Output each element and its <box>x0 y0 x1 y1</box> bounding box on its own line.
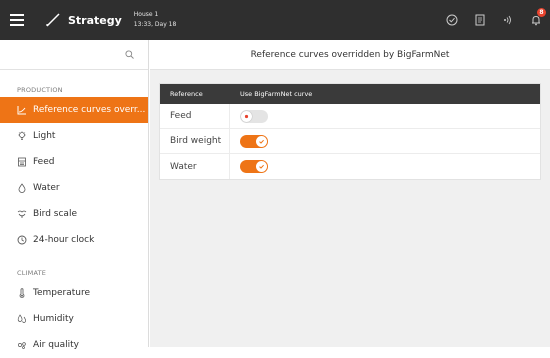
hamburger-icon <box>10 14 24 26</box>
sidebar-item-label: Reference curves overr... <box>33 105 146 115</box>
feed-icon <box>17 157 27 167</box>
toggle-knob <box>256 135 267 147</box>
section-title-production: PRODUCTION <box>17 86 63 94</box>
report-button[interactable] <box>466 0 494 40</box>
sidebar-item-label: Humidity <box>33 314 74 324</box>
row-label-bird-weight: Bird weight <box>160 129 230 153</box>
house-time: 13:33, Day 18 <box>133 21 177 28</box>
curve-icon <box>17 105 27 115</box>
reference-curves-table: Reference Use BigFarmNet curve Feed Bird… <box>159 83 541 180</box>
sidebar-item-bird-scale[interactable]: Bird scale <box>0 201 148 227</box>
water-drop-icon <box>17 183 27 193</box>
sidebar-item-reference-curves[interactable]: Reference curves overr... <box>0 97 148 123</box>
feed-curve-toggle[interactable] <box>240 109 268 123</box>
wifi-signal-icon <box>504 15 511 25</box>
bird-icon <box>17 209 27 219</box>
sidebar-item-label: Light <box>33 131 56 141</box>
sidebar-item-label: Temperature <box>33 288 91 298</box>
check-icon <box>259 164 264 169</box>
sidebar-item-air-quality[interactable]: Air quality <box>0 332 148 358</box>
page-title: Reference curves overridden by BigFarmNe… <box>150 40 550 70</box>
wifi-button[interactable] <box>494 0 522 40</box>
sidebar-search[interactable] <box>0 40 148 70</box>
menu-button[interactable] <box>0 0 34 40</box>
alarm-button[interactable]: 8 <box>522 0 550 40</box>
row-label-water: Water <box>160 154 230 179</box>
sidebar-item-label: Air quality <box>33 340 80 350</box>
table-row: Bird weight <box>160 129 540 154</box>
sidebar-item-label: Bird scale <box>33 209 77 219</box>
air-quality-icon <box>17 340 27 350</box>
clock-icon <box>17 235 27 245</box>
section-title-climate: CLIMATE <box>17 269 47 277</box>
sidebar-item-light[interactable]: Light <box>0 123 148 149</box>
strategy-button[interactable]: Strategy <box>46 13 122 27</box>
tasks-icon <box>446 14 458 26</box>
humidity-icon <box>17 314 27 324</box>
circle-icon <box>244 114 249 118</box>
column-header-reference: Reference <box>170 90 203 98</box>
toggle-knob <box>256 161 267 172</box>
table-row: Water <box>160 154 540 179</box>
water-curve-toggle[interactable] <box>240 160 268 173</box>
bird-weight-curve-toggle[interactable] <box>240 134 268 148</box>
toggle-knob <box>241 110 252 122</box>
tasks-button[interactable] <box>438 0 466 40</box>
table-row: Feed <box>160 104 540 129</box>
thermometer-icon <box>17 288 27 298</box>
alarm-count-badge: 8 <box>537 8 546 17</box>
sidebar-item-water[interactable]: Water <box>0 175 148 201</box>
house-name: House 1 <box>133 11 159 18</box>
house-info[interactable]: House 1 13:33, Day 18 <box>134 10 177 30</box>
top-bar: Strategy House 1 13:33, Day 18 8 <box>0 0 550 40</box>
strategy-curve-icon <box>46 13 60 27</box>
sidebar-item-label: 24-hour clock <box>33 235 95 245</box>
sidebar-item-feed[interactable]: Feed <box>0 149 148 175</box>
column-header-use-curve: Use BigFarmNet curve <box>240 90 313 98</box>
table-header: Reference Use BigFarmNet curve <box>160 84 540 104</box>
row-label-feed: Feed <box>160 104 230 128</box>
main-panel: Reference curves overridden by BigFarmNe… <box>150 40 550 347</box>
sidebar-item-temperature[interactable]: Temperature <box>0 280 148 306</box>
sidebar-item-label: Water <box>33 183 60 193</box>
sidebar-item-humidity[interactable]: Humidity <box>0 306 148 332</box>
sidebar-item-label: Feed <box>33 157 55 167</box>
sidebar: PRODUCTION Reference curves overr... Lig… <box>0 40 149 350</box>
strategy-label: Strategy <box>68 13 122 27</box>
lightbulb-icon <box>17 131 27 141</box>
sidebar-item-24-hour-clock[interactable]: 24-hour clock <box>0 227 148 253</box>
check-icon <box>259 139 264 144</box>
search-icon <box>125 50 134 59</box>
report-icon <box>475 14 485 26</box>
